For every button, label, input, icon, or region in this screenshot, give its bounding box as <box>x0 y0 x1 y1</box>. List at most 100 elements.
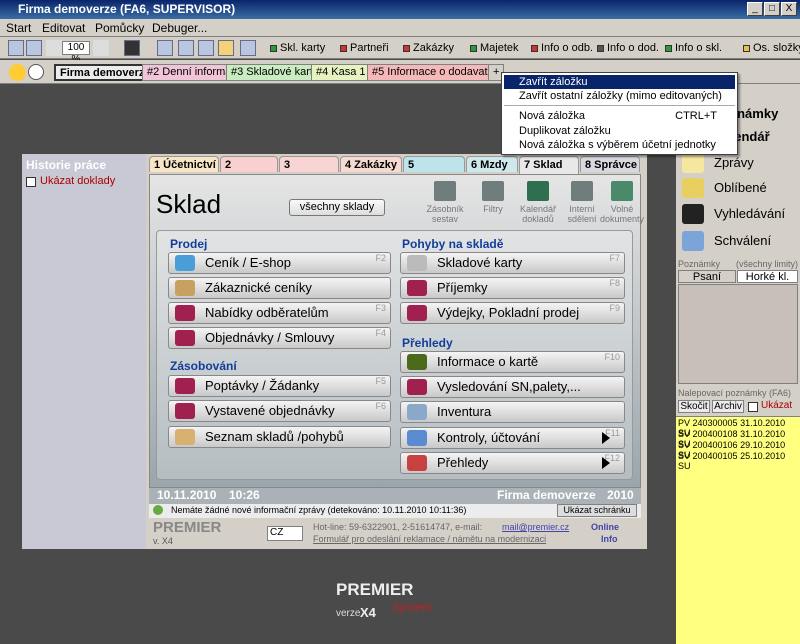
menu-debuger[interactable]: Debuger... <box>152 21 207 35</box>
btn-schvaleni[interactable]: Schválení <box>680 229 798 253</box>
menu-start[interactable]: Start <box>6 21 31 35</box>
all-warehouses-button[interactable]: všechny sklady <box>289 199 385 216</box>
complaint-form-link[interactable]: Formulář pro odeslání reklamace / námětu… <box>313 534 546 544</box>
green-square-icon <box>270 44 277 52</box>
link-info-dod[interactable]: Info o dod. <box>597 40 659 56</box>
book-icon <box>407 280 427 296</box>
close-button[interactable]: X <box>781 2 797 16</box>
minimize-button[interactable]: _ <box>747 2 763 16</box>
window-icon[interactable] <box>26 40 42 56</box>
maximize-button[interactable]: □ <box>764 2 780 16</box>
link-zakazky[interactable]: Zakázky <box>403 40 454 56</box>
zoom-in-icon[interactable] <box>93 40 109 56</box>
customer-icon <box>175 280 195 296</box>
btn-prijemky[interactable]: Příjemky F8 <box>400 277 625 299</box>
tab-dodavat[interactable]: 3 Dodavat. <box>279 156 339 187</box>
email-link[interactable]: mail@premier.cz <box>502 522 569 532</box>
btn-nabidky[interactable]: Nabídky odběratelům F3 <box>168 302 391 324</box>
btn-kontroly[interactable]: Kontroly, účtování F11 <box>400 427 625 449</box>
hicon-kalendar[interactable]: Kalendář dokladů <box>513 181 563 224</box>
btn-vysledovani[interactable]: Vysledování SN,palety,... <box>400 376 625 398</box>
history-title: Historie práce <box>26 158 107 172</box>
card-icon <box>407 255 427 271</box>
status-message: Nemáte žádné nové informační zprávy (det… <box>171 505 467 515</box>
link-info-skl[interactable]: Info o skl. <box>665 40 722 56</box>
x4-label: X4 <box>360 605 376 620</box>
online-link[interactable]: Online <box>591 522 619 532</box>
tab-zakazky[interactable]: 4 Zakázky <box>340 156 402 172</box>
main-window: Historie práce Ukázat doklady 1 Účetnict… <box>22 154 647 549</box>
tab-kasa[interactable]: #4 Kasa 1 <box>311 64 371 81</box>
tab-skladove-karty[interactable]: #3 Skladové karty <box>226 64 324 81</box>
calculator-icon <box>407 430 427 446</box>
info-link[interactable]: Info <box>601 534 618 544</box>
tab-horke-kl[interactable]: Horké kl. <box>737 270 798 283</box>
btn-informace-karte[interactable]: Informace o kartě F10 <box>400 351 625 373</box>
zoom-out-icon[interactable] <box>46 40 62 56</box>
menu-pomucky[interactable]: Pomůcky <box>95 21 144 35</box>
ctx-new-tab[interactable]: Nová záložka CTRL+T <box>504 109 735 123</box>
btn-prehledy[interactable]: Přehledy F12 <box>400 452 625 474</box>
btn-seznam-skladu[interactable]: Seznam skladů /pohybů <box>168 426 391 448</box>
footer: PREMIER v. X4 CZ Hot-line: 59-6322901, 2… <box>149 519 641 547</box>
approval-icon <box>682 231 704 251</box>
btn-zakaznicke-ceniky[interactable]: Zákaznické ceníky <box>168 277 391 299</box>
btn-objednavky[interactable]: Objednávky / Smlouvy F4 <box>168 327 391 349</box>
notes-label: Poznámky <box>678 259 721 269</box>
tab-odberat[interactable]: 2 Odběrat. <box>220 156 278 187</box>
btn-vydejky[interactable]: Výdejky, Pokladní prodej F9 <box>400 302 625 324</box>
history-panel: Historie práce Ukázat doklady <box>22 154 146 549</box>
ctx-duplicate-tab[interactable]: Duplikovat záložku <box>504 124 735 138</box>
tab-evidence[interactable]: 5 Evidence <box>403 156 465 187</box>
btn-cenik[interactable]: Ceník / E-shop F2 <box>168 252 391 274</box>
show-docs-checkbox[interactable] <box>26 177 36 187</box>
menu-editovat[interactable]: Editovat <box>42 21 85 35</box>
verze-label: verze <box>336 608 361 619</box>
hicon-dokumenty[interactable]: Volné dokumenty <box>597 181 647 224</box>
tool-icon-1[interactable] <box>157 40 173 56</box>
clock-icon[interactable] <box>28 64 44 80</box>
skip-button[interactable]: Skočit <box>678 400 710 413</box>
link-info-odb[interactable]: Info o odb. <box>531 40 593 56</box>
tab-sklad[interactable]: 7 Sklad <box>519 156 579 174</box>
star-icon[interactable] <box>9 64 26 81</box>
btn-skladove-karty[interactable]: Skladové karty F7 <box>400 252 625 274</box>
zoom-field[interactable]: 100 % <box>62 41 90 65</box>
notes-textarea[interactable] <box>678 284 798 384</box>
btn-vyhledavani[interactable]: Vyhledávání <box>680 202 798 226</box>
show-mailbox-button[interactable]: Ukázat schránku <box>557 504 637 517</box>
link-skl-karty[interactable]: Skl. karty <box>270 40 325 56</box>
archive-button[interactable]: Archiv <box>712 400 744 413</box>
btn-vystavene-objednavky[interactable]: Vystavené objednávky F6 <box>168 400 391 422</box>
link-partneri[interactable]: Partneři <box>340 40 389 56</box>
report-stack-icon <box>434 181 456 201</box>
tab-spravce[interactable]: 8 Správce <box>580 156 640 172</box>
tool-icon-2[interactable] <box>178 40 194 56</box>
ctx-close-tab[interactable]: Zavřít záložku <box>504 75 735 89</box>
book-icon <box>407 305 427 321</box>
open-icon[interactable] <box>8 40 24 56</box>
document-icon <box>611 181 633 201</box>
link-os-slozky[interactable]: Os. složky <box>743 40 800 56</box>
link-majetek[interactable]: Majetek <box>470 40 519 56</box>
hotline-text: Hot-line: 59-6322901, 2-51614747, e-mail… <box>313 522 483 532</box>
language-select[interactable]: CZ <box>267 526 303 541</box>
ctx-new-tab-unit[interactable]: Nová záložka s výběrem účetní jednotky <box>504 138 735 152</box>
sticky-list: PV 240300005 31.10.2010 SU SV 200400108 … <box>676 416 800 644</box>
tab-mzdy[interactable]: 6 Mzdy <box>466 156 518 172</box>
folder-icon[interactable] <box>218 40 234 56</box>
list-item[interactable]: SV 200400105 25.10.2010 SU <box>678 451 800 471</box>
tab-ucetnictvi[interactable]: 1 Účetnictví <box>149 156 219 172</box>
tool-icon-4[interactable] <box>240 40 256 56</box>
tab-informace-dodavateli[interactable]: #5 Informace o dodavateli <box>367 64 504 81</box>
screen-icon[interactable] <box>124 40 140 56</box>
show-checkbox[interactable] <box>748 402 758 412</box>
btn-inventura[interactable]: Inventura <box>400 401 625 423</box>
tab-psani[interactable]: Psaní <box>678 270 736 283</box>
hicon-zasobnik[interactable]: Zásobník sestav <box>420 181 470 224</box>
ctx-close-others[interactable]: Zavřít ostatní záložky (mimo editovaných… <box>504 89 735 103</box>
btn-oblibene[interactable]: Oblíbené <box>680 176 798 200</box>
btn-poptavky[interactable]: Poptávky / Žádanky F5 <box>168 375 391 397</box>
tool-icon-3[interactable] <box>198 40 214 56</box>
hicon-filtry[interactable]: Filtry <box>468 181 518 214</box>
